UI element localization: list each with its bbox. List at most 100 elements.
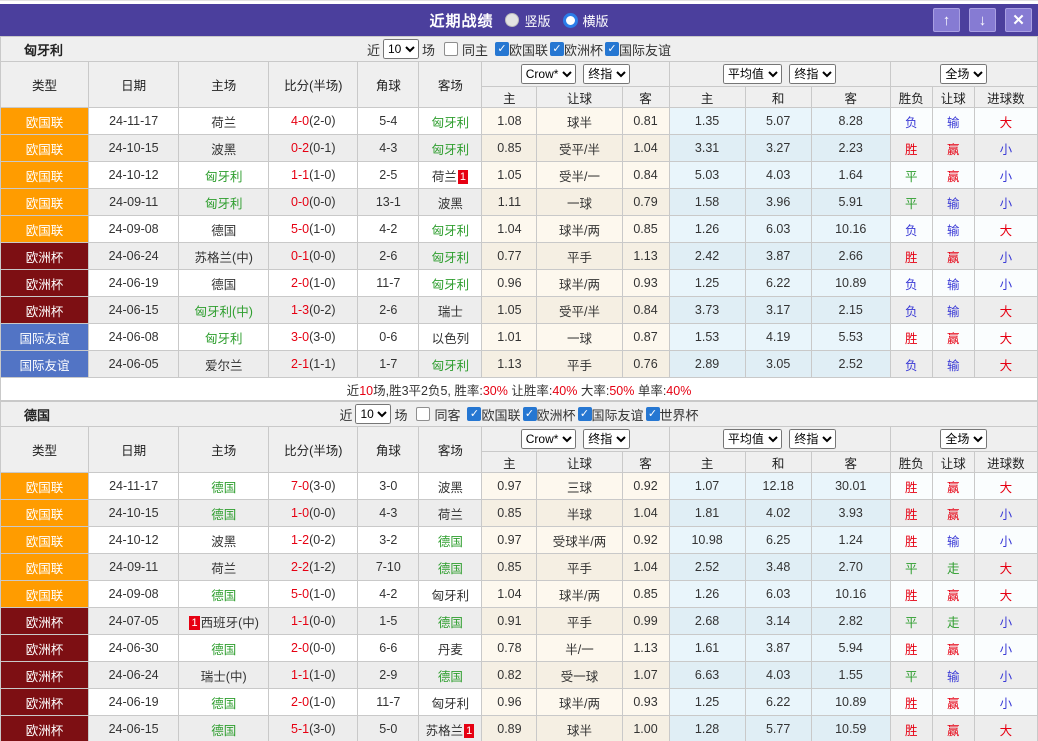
match-row: 欧国联24-10-12匈牙利1-1(1-0)2-5荷兰11.05受半/一0.84… — [1, 162, 1038, 189]
result-outcome-cell: 负 — [890, 351, 932, 378]
home-team-cell: 匈牙利 — [179, 324, 269, 351]
date-cell: 24-10-12 — [89, 162, 179, 189]
home-odds-cell: 0.96 — [482, 689, 537, 716]
checkbox-checked-icon[interactable]: ✓ — [523, 407, 537, 421]
date-cell: 24-06-08 — [89, 324, 179, 351]
home-team-cell: 德国 — [179, 635, 269, 662]
odds-stage-select[interactable]: 终指 — [583, 64, 630, 84]
subheader-handicap: 让球 — [537, 452, 622, 473]
competition-filter[interactable]: ✓欧洲杯 — [523, 405, 576, 424]
result-goals-cell: 大 — [974, 473, 1037, 500]
scope-select[interactable]: 全场 — [940, 429, 987, 449]
result-outcome-cell: 平 — [890, 162, 932, 189]
home-team-cell: 荷兰 — [179, 554, 269, 581]
full-time-score: 5-0 — [291, 222, 309, 236]
handicap-cell: 球半 — [537, 108, 622, 135]
team-label: 苏格兰(中) — [195, 251, 253, 265]
checkbox-checked-icon[interactable]: ✓ — [550, 42, 564, 56]
handicap-cell: 三球 — [537, 473, 622, 500]
match-row: 欧国联24-10-12波黑1-2(0-2)3-2德国0.97受球半/两0.921… — [1, 527, 1038, 554]
half-time-score: (1-1) — [309, 357, 335, 371]
avg-home-cell: 6.63 — [669, 662, 745, 689]
competition-type-badge: 欧国联 — [1, 135, 89, 162]
avg-away-cell: 2.70 — [811, 554, 890, 581]
avg-draw-cell: 3.05 — [745, 351, 811, 378]
avg-away-cell: 2.15 — [811, 297, 890, 324]
score-cell: 1-1(0-0) — [269, 608, 358, 635]
score-cell: 4-0(2-0) — [269, 108, 358, 135]
competition-filter[interactable]: ✓欧洲杯 — [550, 40, 603, 59]
handicap-cell: 球半/两 — [537, 216, 622, 243]
competition-filter[interactable]: ✓欧国联 — [467, 405, 520, 424]
close-button[interactable]: ✕ — [1005, 8, 1032, 32]
layout-horizontal-option[interactable]: 横版 — [563, 11, 609, 30]
col-header-type: 类型 — [1, 427, 89, 473]
competition-filter[interactable]: ✓国际友谊 — [605, 40, 671, 59]
away-team-cell: 波黑 — [419, 473, 482, 500]
away-odds-cell: 0.84 — [622, 297, 669, 324]
layout-vertical-option[interactable]: 竖版 — [505, 11, 550, 30]
competition-type-badge: 欧洲杯 — [1, 608, 89, 635]
competition-type-badge: 欧国联 — [1, 473, 89, 500]
result-outcome-cell: 负 — [890, 297, 932, 324]
handicap-cell: 平手 — [537, 243, 622, 270]
checkbox-checked-icon[interactable]: ✓ — [646, 407, 660, 421]
full-time-score: 2-0 — [291, 641, 309, 655]
team-label: 匈牙利 — [432, 143, 470, 157]
avg-home-cell: 1.35 — [669, 108, 745, 135]
full-time-score: 5-0 — [291, 587, 309, 601]
subheader-avg-draw: 和 — [745, 87, 811, 108]
handicap-cell: 受平/半 — [537, 297, 622, 324]
arrow-down-icon: ↓ — [979, 13, 987, 28]
scope-select[interactable]: 全场 — [940, 64, 987, 84]
recent-count-select[interactable]: 10 — [355, 404, 391, 424]
subheader-handicap-result: 让球 — [932, 87, 974, 108]
matches-tbody: 欧国联24-11-17德国7-0(3-0)3-0波黑0.97三球0.921.07… — [1, 473, 1038, 741]
date-cell: 24-06-15 — [89, 716, 179, 741]
away-team-cell: 匈牙利 — [419, 216, 482, 243]
avg-odds-select[interactable]: 平均值 — [723, 429, 782, 449]
checkbox-checked-icon[interactable]: ✓ — [495, 42, 509, 56]
avg-odds-select[interactable]: 平均值 — [723, 64, 782, 84]
competition-filter[interactable]: ✓国际友谊 — [578, 405, 644, 424]
radio-unchecked-icon[interactable] — [505, 13, 519, 27]
result-handicap-cell: 输 — [932, 108, 974, 135]
checkbox-unchecked-icon[interactable] — [416, 407, 430, 421]
competition-type-badge: 欧国联 — [1, 500, 89, 527]
match-row: 欧国联24-09-11荷兰2-2(1-2)7-10德国0.85平手1.042.5… — [1, 554, 1038, 581]
date-cell: 24-06-24 — [89, 662, 179, 689]
recent-count-select[interactable]: 10 — [383, 39, 419, 59]
score-cell: 0-2(0-1) — [269, 135, 358, 162]
same-venue-filter[interactable]: 同客 — [416, 405, 460, 424]
avg-stage-select[interactable]: 终指 — [789, 64, 836, 84]
result-goals-cell: 小 — [974, 135, 1037, 162]
team-name: 德国 — [24, 405, 50, 424]
checkbox-checked-icon[interactable]: ✓ — [578, 407, 592, 421]
checkbox-checked-icon[interactable]: ✓ — [605, 42, 619, 56]
checkbox-checked-icon[interactable]: ✓ — [467, 407, 481, 421]
result-handicap-cell: 赢 — [932, 473, 974, 500]
team-label: 匈牙利 — [205, 332, 243, 346]
home-odds-cell: 0.97 — [482, 527, 537, 554]
half-time-score: (1-0) — [309, 222, 335, 236]
summary-part: 让胜率: — [508, 384, 552, 398]
competition-filter[interactable]: ✓欧国联 — [495, 40, 548, 59]
team-label: 波黑 — [438, 197, 463, 211]
checkbox-unchecked-icon[interactable] — [444, 42, 458, 56]
radio-checked-icon[interactable] — [563, 13, 578, 28]
avg-stage-select[interactable]: 终指 — [789, 429, 836, 449]
near-label: 近 — [367, 40, 380, 59]
competition-filter[interactable]: ✓世界杯 — [646, 405, 699, 424]
col-header-type: 类型 — [1, 62, 89, 108]
odds-provider-select[interactable]: Crow* — [521, 64, 576, 84]
odds-stage-select[interactable]: 终指 — [583, 429, 630, 449]
odds-provider-select[interactable]: Crow* — [521, 429, 576, 449]
team-label: 波黑 — [211, 535, 236, 549]
match-row: 欧洲杯24-07-051西班牙(中)1-1(0-0)1-5德国0.91平手0.9… — [1, 608, 1038, 635]
result-goals-cell: 小 — [974, 608, 1037, 635]
move-up-button[interactable]: ↑ — [933, 8, 960, 32]
move-down-button[interactable]: ↓ — [969, 8, 996, 32]
date-cell: 24-07-05 — [89, 608, 179, 635]
same-venue-filter[interactable]: 同主 — [444, 40, 488, 59]
half-time-score: (1-0) — [309, 587, 335, 601]
